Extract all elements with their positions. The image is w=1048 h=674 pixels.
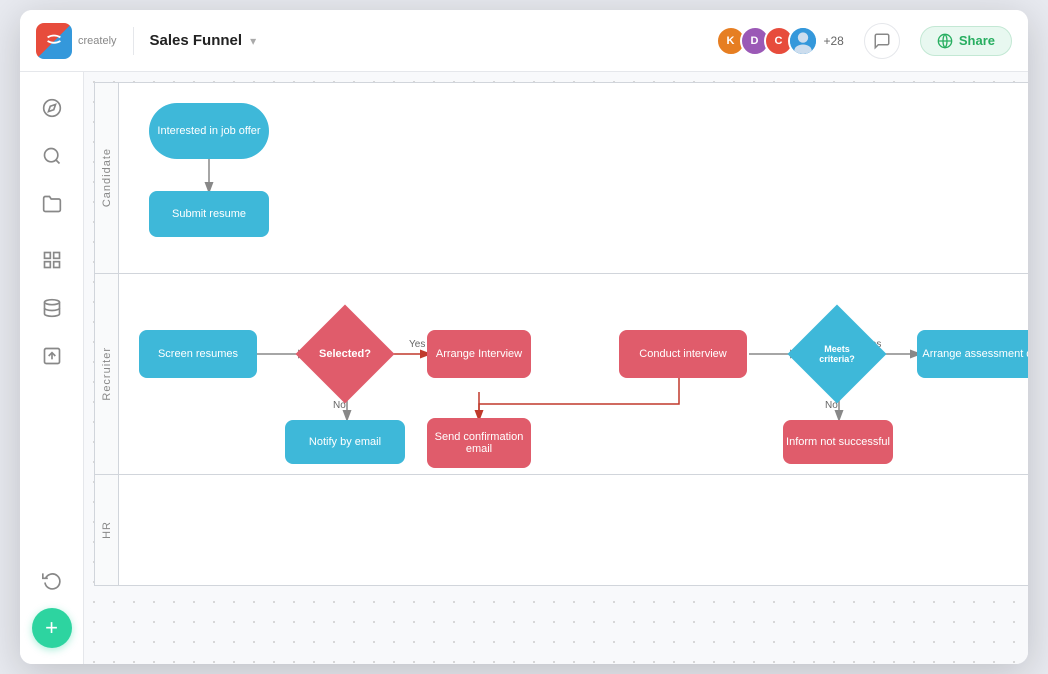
sidebar-bottom: + — [32, 560, 72, 648]
shape-meets-criteria[interactable]: Meets criteria? — [797, 314, 877, 394]
title-dropdown-icon[interactable]: ▾ — [250, 34, 256, 48]
sidebar-item-database[interactable] — [32, 288, 72, 328]
logo-text: creately — [78, 35, 117, 47]
shape-interested[interactable]: Interested in job offer — [149, 103, 269, 159]
main-area: + Candidate — [20, 72, 1028, 664]
swimlane-content-candidate: Interested in job offer Submit resume — [119, 83, 1028, 273]
share-label: Share — [959, 33, 995, 48]
sidebar-item-folder[interactable] — [32, 184, 72, 224]
header: creately Sales Funnel ▾ K D C +28 — [20, 10, 1028, 72]
shape-screen-resumes[interactable]: Screen resumes — [139, 330, 257, 378]
logo: creately — [36, 23, 117, 59]
swimlane-content-recruiter: Yes No Yes No Screen resumes Selected? — [119, 274, 1028, 474]
sidebar-item-history[interactable] — [32, 560, 72, 600]
swimlane-label-hr: HR — [95, 475, 119, 585]
canvas[interactable]: Candidate — [84, 72, 1028, 664]
swimlane-container: Candidate — [94, 82, 1028, 662]
shape-arrange-interview[interactable]: Arrange Interview — [427, 330, 531, 378]
comment-button[interactable] — [864, 23, 900, 59]
swimlane-candidate: Candidate — [94, 82, 1028, 273]
share-button[interactable]: Share — [920, 26, 1012, 56]
shape-arrange-assessment[interactable]: Arrange assessment d... — [917, 330, 1028, 378]
shape-send-confirmation[interactable]: Send confirmation email — [427, 418, 531, 468]
swimlane-label-recruiter: Recruiter — [95, 274, 119, 474]
avatar-count: +28 — [824, 34, 844, 48]
swimlane-content-hr — [119, 475, 1028, 585]
sidebar-item-components[interactable] — [32, 240, 72, 280]
logo-icon — [36, 23, 72, 59]
fab-add-button[interactable]: + — [32, 608, 72, 648]
swimlane-hr: HR — [94, 474, 1028, 586]
swimlane-label-candidate: Candidate — [95, 83, 119, 273]
avatars: K D C +28 — [716, 26, 844, 56]
shape-conduct-interview[interactable]: Conduct interview — [619, 330, 747, 378]
sidebar-item-compass[interactable] — [32, 88, 72, 128]
avatar-4 — [788, 26, 818, 56]
shape-submit-resume[interactable]: Submit resume — [149, 191, 269, 237]
header-divider — [133, 27, 134, 55]
shape-inform-not[interactable]: Inform not successful — [783, 420, 893, 464]
doc-title-area: Sales Funnel ▾ — [150, 32, 257, 49]
sidebar-item-upload[interactable] — [32, 336, 72, 376]
arrow-label-yes1: Yes — [409, 339, 425, 350]
sidebar: + — [20, 72, 84, 664]
swimlane-recruiter: Recruiter — [94, 273, 1028, 474]
app-window: creately Sales Funnel ▾ K D C +28 — [20, 10, 1028, 664]
shape-notify-email[interactable]: Notify by email — [285, 420, 405, 464]
doc-title: Sales Funnel — [150, 32, 243, 49]
sidebar-item-search[interactable] — [32, 136, 72, 176]
shape-selected[interactable]: Selected? — [305, 314, 385, 394]
